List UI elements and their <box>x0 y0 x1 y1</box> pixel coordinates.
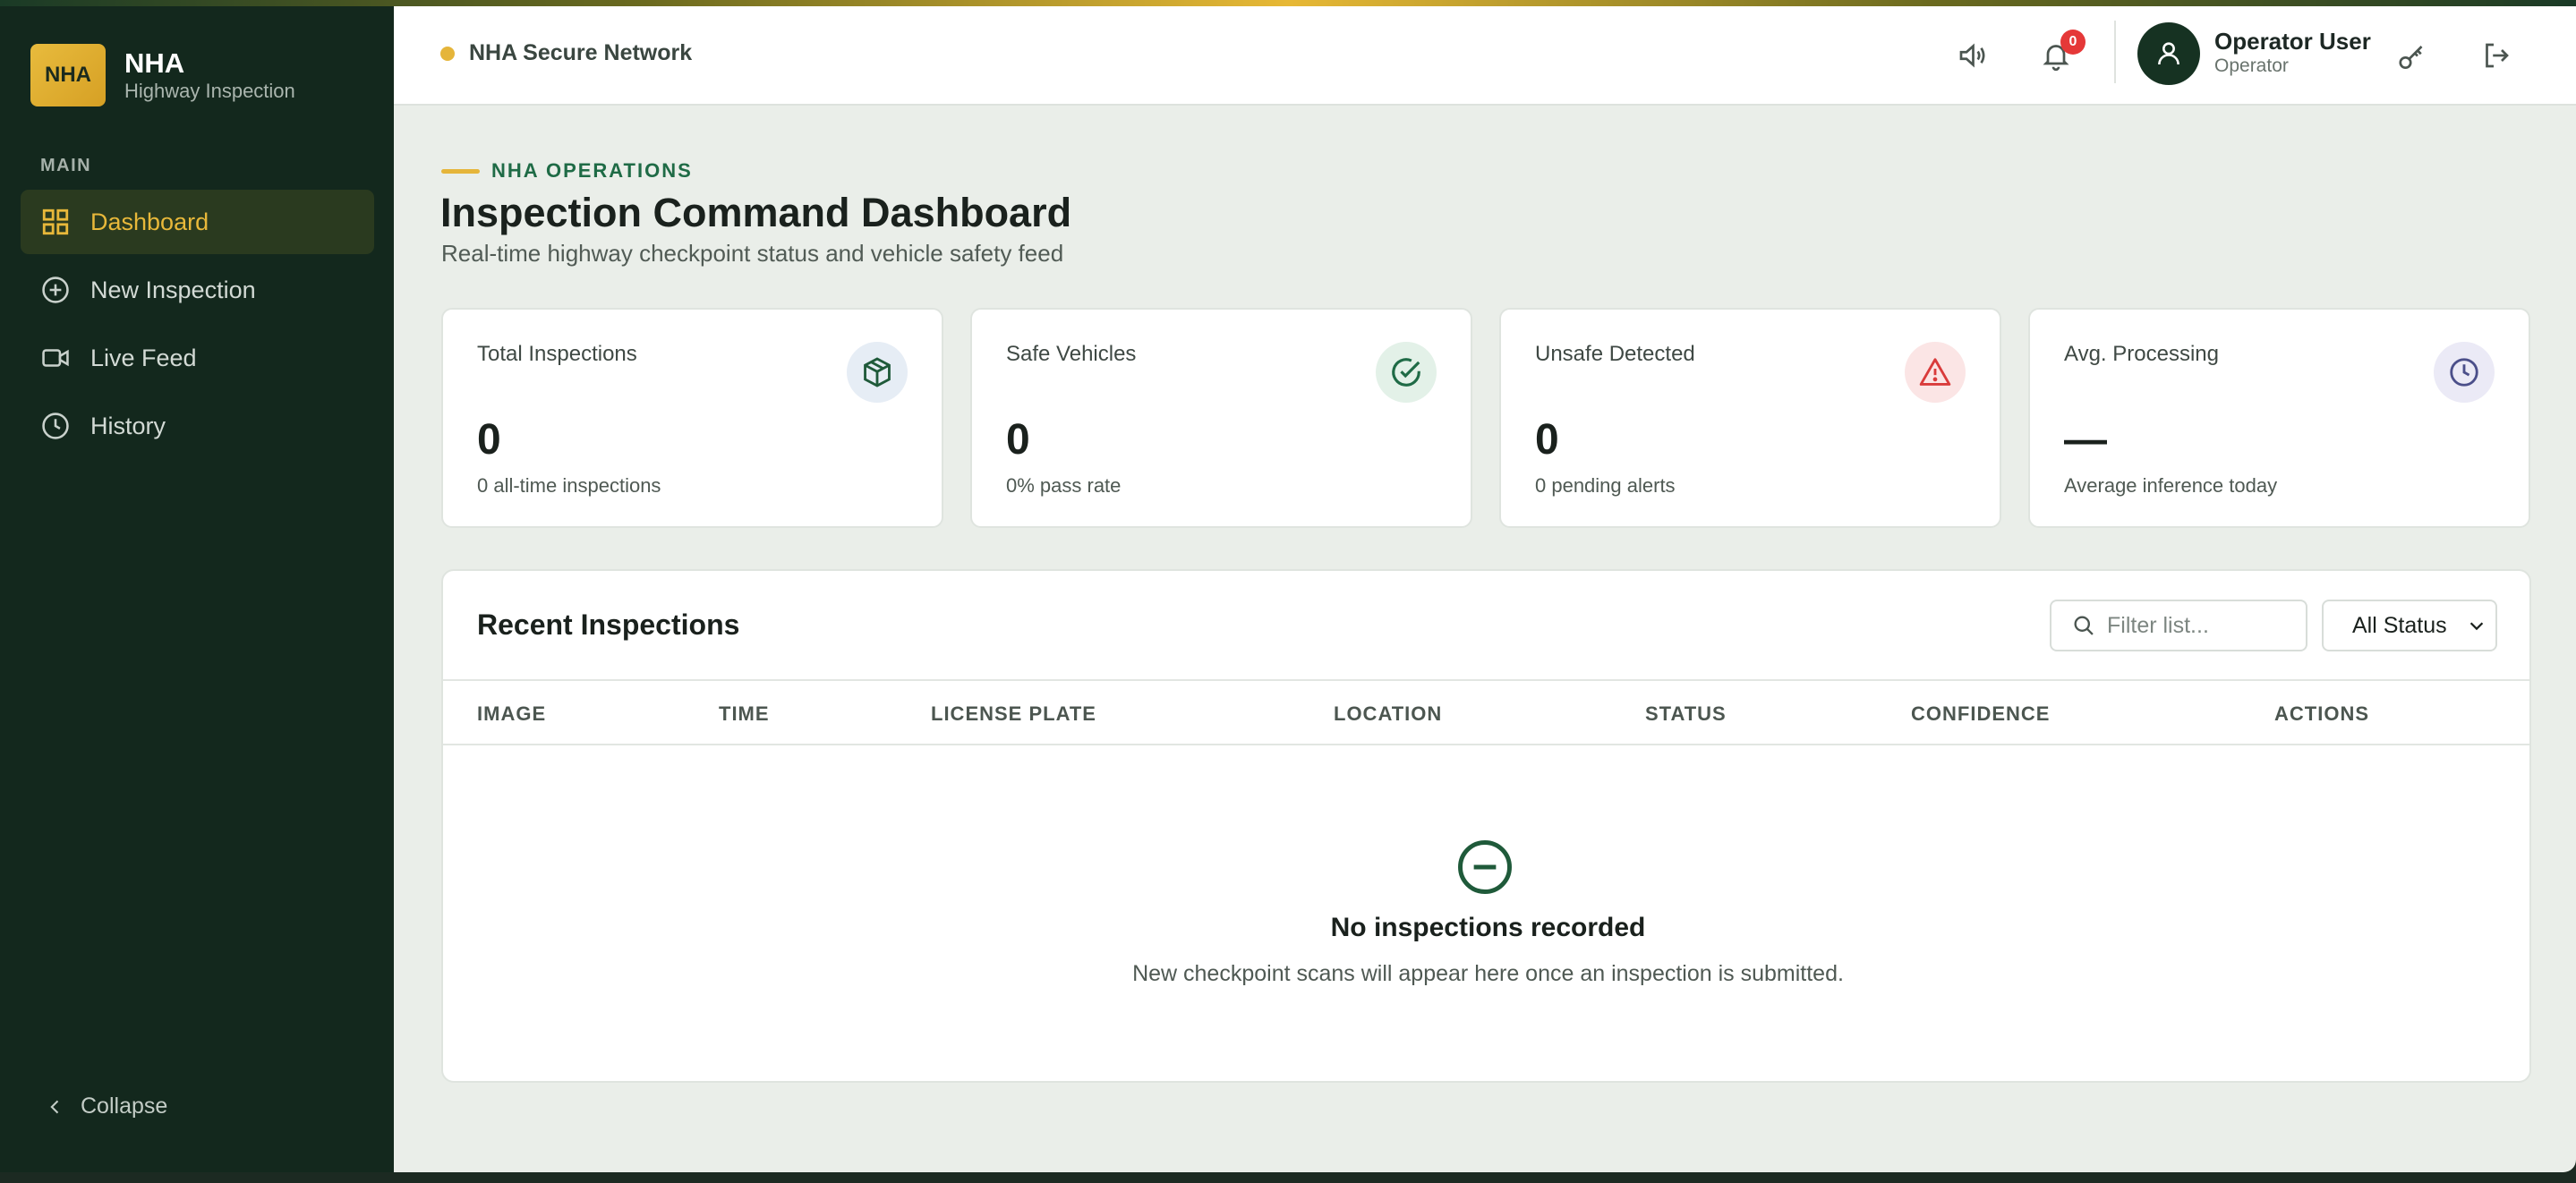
alert-triangle-icon <box>1919 358 1951 386</box>
stat-title: Unsafe Detected <box>1535 342 1695 366</box>
page-title: Inspection Command Dashboard <box>440 190 1072 235</box>
header-divider <box>2114 21 2116 83</box>
notifications-button[interactable]: 0 <box>2035 30 2086 76</box>
user-info[interactable]: Operator User Operator <box>2214 28 2371 78</box>
sidebar-item-dashboard[interactable]: Dashboard <box>21 190 374 254</box>
stat-icon-badge <box>2434 342 2495 403</box>
stat-card-avg-processing: Avg. Processing — Average inference toda… <box>2028 308 2530 528</box>
sidebar-item-live-feed[interactable]: Live Feed <box>21 326 374 390</box>
stat-note: 0 pending alerts <box>1535 474 1676 497</box>
brand-subtitle: Highway Inspection <box>124 80 295 102</box>
accent-bar <box>0 0 2576 6</box>
stat-note: Average inference today <box>2064 474 2278 497</box>
plus-circle-icon <box>42 277 69 303</box>
stat-note: 0 all-time inspections <box>477 474 661 497</box>
stat-icon-badge <box>1376 342 1437 403</box>
status-dot <box>440 46 455 61</box>
stat-title: Avg. Processing <box>2064 342 2219 366</box>
video-icon <box>42 349 69 367</box>
user-name: Operator User <box>2214 28 2371 55</box>
page-subtitle: Real-time highway checkpoint status and … <box>441 240 1064 267</box>
sidebar-item-history[interactable]: History <box>21 394 374 458</box>
brand-text: NHA Highway Inspection <box>124 47 295 103</box>
eyebrow-line <box>441 168 480 174</box>
nav-section-label: MAIN <box>40 156 92 175</box>
sidebar-nav: Dashboard New Inspection Live Feed Histo… <box>21 190 374 462</box>
stat-title: Safe Vehicles <box>1006 342 1137 366</box>
column-header-status: STATUS <box>1645 702 1727 725</box>
sidebar-item-new-inspection[interactable]: New Inspection <box>21 258 374 322</box>
column-header-time: TIME <box>719 702 770 725</box>
sidebar-item-label: New Inspection <box>90 276 256 303</box>
column-header-confidence: CONFIDENCE <box>1911 702 2051 725</box>
minus-circle-icon <box>1458 840 1512 894</box>
avatar[interactable] <box>2137 22 2200 85</box>
stat-card-unsafe-detected: Unsafe Detected 0 0 pending alerts <box>1499 308 2001 528</box>
sidebar: NHA NHA Highway Inspection MAIN Dashboar… <box>0 0 394 1172</box>
top-header: NHA Secure Network 0 Operator User Opera… <box>394 6 2576 106</box>
filter-search[interactable] <box>2050 600 2307 651</box>
stat-value: 0 <box>1535 416 1559 464</box>
brand-logo: NHA <box>30 44 106 106</box>
brand-name: NHA <box>124 47 185 79</box>
volume-icon <box>1959 43 1985 68</box>
eyebrow: NHA OPERATIONS <box>441 159 693 183</box>
stat-value: 0 <box>477 416 501 464</box>
column-header-actions: ACTIONS <box>2274 702 2369 725</box>
network-label: NHA Secure Network <box>469 40 693 65</box>
logout-button[interactable] <box>2476 35 2517 76</box>
search-icon <box>2074 616 2094 635</box>
column-header-image: IMAGE <box>477 702 547 725</box>
column-header-location: LOCATION <box>1334 702 1443 725</box>
column-header-license-plate: LICENSE PLATE <box>931 702 1096 725</box>
panel-title: Recent Inspections <box>477 609 740 641</box>
sidebar-item-label: Dashboard <box>90 208 209 235</box>
logout-icon <box>2486 43 2509 68</box>
stat-title: Total Inspections <box>477 342 637 366</box>
stat-icon-badge <box>847 342 908 403</box>
chevron-down-icon <box>2469 622 2484 631</box>
stat-value: — <box>2064 416 2107 464</box>
key-icon <box>2399 46 2423 70</box>
empty-state-subtitle: New checkpoint scans will appear here on… <box>1132 961 1844 986</box>
status-filter-select[interactable]: All Status <box>2322 600 2497 651</box>
collapse-button[interactable]: Collapse <box>47 1094 167 1119</box>
package-icon <box>864 357 891 387</box>
user-icon <box>2158 42 2179 65</box>
stat-value: 0 <box>1006 416 1030 464</box>
check-circle-icon <box>1392 358 1420 387</box>
eyebrow-label: NHA OPERATIONS <box>491 159 693 182</box>
stat-icon-badge <box>1905 342 1966 403</box>
grid-icon <box>42 209 69 235</box>
table-header: IMAGE TIME LICENSE PLATE LOCATION STATUS… <box>443 679 2529 745</box>
status-filter-value: All Status <box>2352 612 2447 638</box>
network-status: NHA Secure Network <box>440 40 692 66</box>
stat-card-safe-vehicles: Safe Vehicles 0 0% pass rate <box>970 308 1472 528</box>
search-input[interactable] <box>2107 612 2304 639</box>
change-password-button[interactable] <box>2392 37 2433 78</box>
clock-icon <box>2450 358 2478 387</box>
collapse-label: Collapse <box>81 1094 168 1119</box>
stat-note: 0% pass rate <box>1006 474 1122 497</box>
sound-button[interactable] <box>1951 35 1992 76</box>
sidebar-item-label: History <box>90 412 166 439</box>
user-role: Operator <box>2214 55 2289 76</box>
chevron-left-icon <box>50 1100 59 1113</box>
empty-state-title: No inspections recorded <box>1330 913 1646 942</box>
clock-icon <box>42 413 69 439</box>
notification-badge: 0 <box>2060 30 2086 55</box>
recent-inspections-panel: Recent Inspections All Status IMAGE TIME… <box>441 569 2531 1083</box>
stat-card-total-inspections: Total Inspections 0 0 all-time inspectio… <box>441 308 943 528</box>
app-window: NHA NHA Highway Inspection MAIN Dashboar… <box>0 0 2576 1172</box>
sidebar-item-label: Live Feed <box>90 344 197 371</box>
brand[interactable]: NHA NHA Highway Inspection <box>30 44 295 106</box>
